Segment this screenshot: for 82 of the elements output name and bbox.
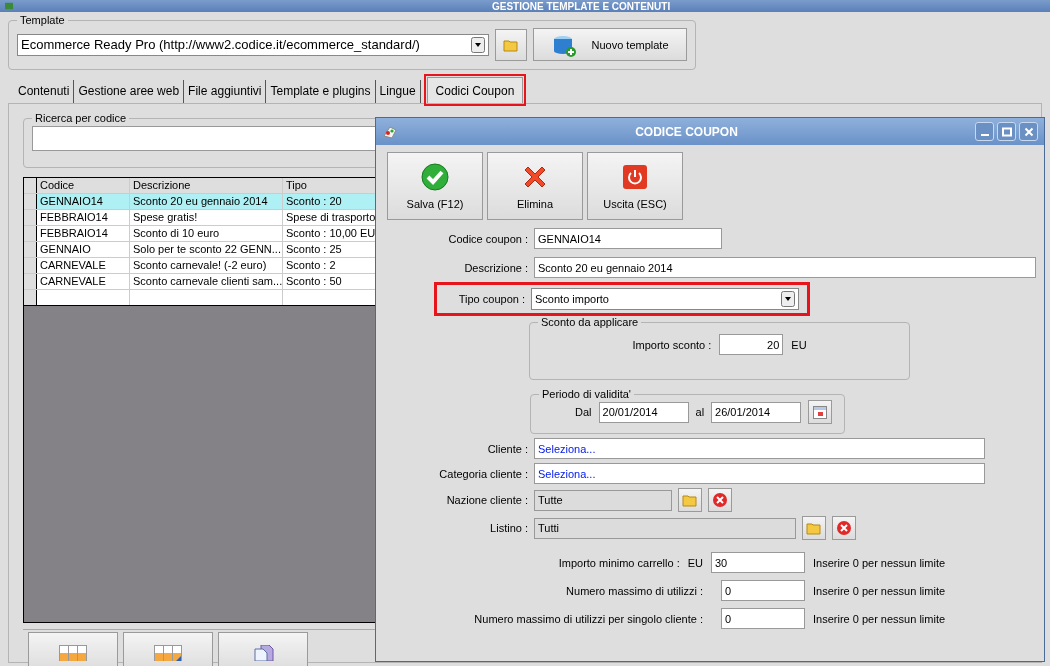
edit-row-button[interactable] bbox=[123, 632, 213, 666]
hint-text: Inserire 0 per nessun limite bbox=[813, 612, 947, 625]
toolbar-button[interactable]: Elimina bbox=[487, 152, 583, 220]
maximize-icon bbox=[1001, 126, 1012, 137]
hint-text: Inserire 0 per nessun limite bbox=[813, 584, 947, 597]
field-label: Tipo coupon : bbox=[457, 293, 525, 305]
date-to-field[interactable]: 26/01/2014 bbox=[711, 401, 802, 423]
field-label: Listino : bbox=[489, 522, 528, 534]
field-label: Dal bbox=[575, 406, 592, 418]
field-label: Nazione cliente : bbox=[445, 494, 528, 506]
browse-button[interactable] bbox=[678, 488, 702, 512]
code-field[interactable]: GENNAIO14 bbox=[534, 228, 722, 249]
folder-icon bbox=[682, 492, 698, 508]
field-label: Numero massimo di utilizzi : bbox=[566, 584, 703, 597]
field-label: Importo sconto : bbox=[632, 338, 712, 351]
unit-label: EU bbox=[687, 556, 703, 569]
price-list-field[interactable]: Tutti bbox=[534, 517, 796, 539]
field-label: al bbox=[695, 406, 705, 418]
calendar-button[interactable] bbox=[808, 400, 833, 424]
table-cell: GENNAIO bbox=[37, 242, 130, 257]
clear-icon bbox=[836, 520, 852, 536]
browse-button[interactable] bbox=[802, 516, 826, 540]
minimize-icon bbox=[980, 133, 989, 136]
tab[interactable]: Codici Coupon bbox=[426, 77, 524, 103]
group-title: Template bbox=[19, 14, 66, 26]
table-cell: Sconto di 10 euro bbox=[130, 226, 283, 241]
field-label: Importo minimo carrello : bbox=[558, 556, 680, 569]
field-label: Codice coupon : bbox=[447, 232, 528, 245]
country-field[interactable]: Tutte bbox=[534, 489, 672, 511]
hint-text: Inserire 0 per nessun limite bbox=[813, 556, 947, 569]
check-icon bbox=[420, 162, 450, 192]
column-header[interactable]: Codice bbox=[37, 178, 130, 193]
table-cell: FEBBRAIO14 bbox=[37, 210, 130, 225]
field-label: Cliente : bbox=[486, 442, 528, 455]
field-label: Descrizione : bbox=[463, 261, 528, 274]
table-cell: Sconto carnevale clienti sam... bbox=[130, 274, 283, 289]
folder-icon bbox=[806, 520, 822, 536]
clear-button[interactable] bbox=[832, 516, 856, 540]
customer-category-field[interactable]: Seleziona... bbox=[534, 463, 985, 484]
dialog-title: CODICE COUPON bbox=[634, 124, 739, 139]
field-label: Categoria cliente : bbox=[438, 467, 528, 480]
folder-button[interactable] bbox=[495, 28, 527, 61]
toolbar-button[interactable]: Salva (F12) bbox=[387, 152, 483, 220]
table-cell: Spese gratis! bbox=[130, 210, 283, 225]
limit-field[interactable]: 30 bbox=[711, 552, 805, 573]
toolbar-button[interactable]: Uscita (ESC) bbox=[587, 152, 683, 220]
group-title: Sconto da applicare bbox=[540, 316, 640, 328]
clear-icon bbox=[712, 492, 728, 508]
table-cell: Sconto carnevale! (-2 euro) bbox=[130, 258, 283, 273]
customer-field[interactable]: Seleziona... bbox=[534, 438, 985, 459]
clear-button[interactable] bbox=[708, 488, 732, 512]
table-edit-icon bbox=[154, 645, 182, 661]
field-label: Numero massimo di utilizzi per singolo cliente : bbox=[474, 612, 703, 625]
table-cell: CARNEVALE bbox=[37, 274, 130, 289]
minimize-button[interactable] bbox=[975, 122, 994, 141]
table-cell: GENNAIO14 bbox=[37, 194, 130, 209]
date-from-field[interactable]: 20/01/2014 bbox=[598, 401, 689, 423]
table-cell: Sconto 20 eu gennaio 2014 bbox=[130, 194, 283, 209]
add-row-button[interactable] bbox=[28, 632, 118, 666]
table-cell: Solo per te sconto 22 GENN... bbox=[130, 242, 283, 257]
maximize-button[interactable] bbox=[997, 122, 1016, 141]
template-dropdown[interactable]: Ecommerce Ready Pro (http://www2.codice.it/ecommerce_standard/) bbox=[17, 33, 489, 56]
table-cell: FEBBRAIO14 bbox=[37, 226, 130, 241]
app-icon bbox=[4, 2, 14, 10]
discount-amount-field[interactable]: 20 bbox=[719, 334, 784, 355]
copy-button[interactable] bbox=[218, 632, 308, 666]
column-header[interactable]: Descrizione bbox=[130, 178, 283, 193]
table-add-icon bbox=[59, 645, 87, 661]
power-icon bbox=[620, 162, 650, 192]
unit-label: EU bbox=[791, 338, 807, 351]
coupon-type-dropdown[interactable]: Sconto importo bbox=[531, 288, 799, 310]
description-field[interactable]: Sconto 20 eu gennaio 2014 bbox=[534, 257, 1036, 278]
close-button[interactable] bbox=[1019, 122, 1038, 141]
limit-field[interactable]: 0 bbox=[721, 580, 805, 601]
limit-field[interactable]: 0 bbox=[721, 608, 805, 629]
new-template-button[interactable]: Nuovo template bbox=[533, 28, 687, 61]
group-title: Ricerca per codice bbox=[34, 112, 128, 124]
close-icon bbox=[1023, 126, 1034, 137]
group-title: Periodo di validita' bbox=[541, 388, 632, 400]
table-cell: CARNEVALE bbox=[37, 258, 130, 273]
calendar-icon bbox=[812, 404, 829, 420]
window-title: GESTIONE TEMPLATE E CONTENUTI bbox=[492, 0, 671, 12]
